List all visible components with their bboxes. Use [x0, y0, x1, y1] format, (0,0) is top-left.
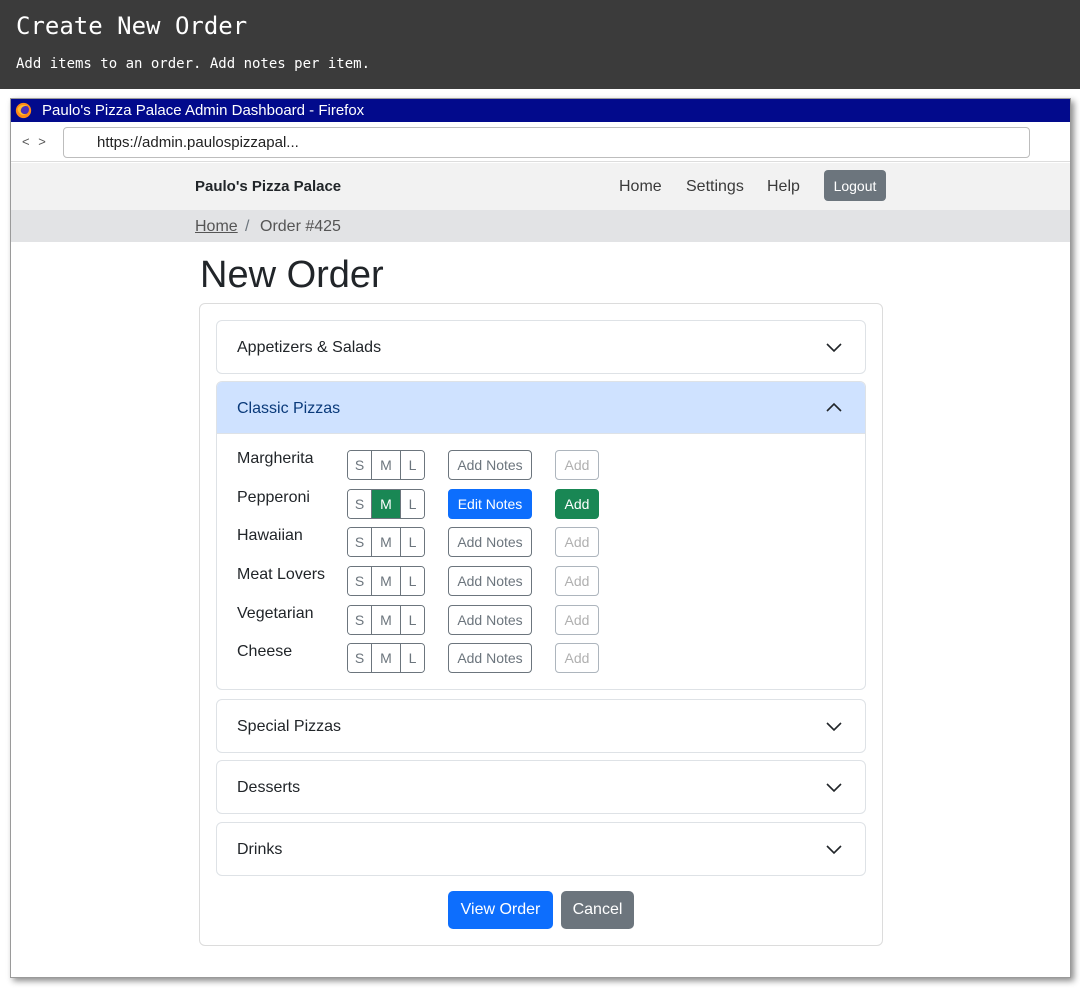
menu-item-row: Meat Lovers S M L Add Notes Add: [217, 566, 865, 598]
url-text: https://admin.paulospizzapal...: [97, 134, 299, 151]
nav-link-settings[interactable]: Settings: [686, 178, 744, 196]
add-item-button[interactable]: Add: [555, 527, 599, 557]
accordion-label: Desserts: [237, 779, 301, 796]
accordion-header-drinks[interactable]: Drinks: [217, 823, 865, 875]
size-s-button[interactable]: S: [348, 606, 372, 634]
menu-item-row: Cheese S M L Add Notes Add: [217, 643, 865, 675]
window-title: Paulo's Pizza Palace Admin Dashboard - F…: [42, 102, 365, 119]
add-notes-button[interactable]: Add Notes: [448, 605, 532, 635]
item-name: Vegetarian: [237, 605, 314, 622]
nav-link-home[interactable]: Home: [619, 178, 662, 196]
size-selector: S M L: [347, 643, 425, 673]
nav-arrows: < >: [22, 134, 50, 149]
menu-item-row: Vegetarian S M L Add Notes Add: [217, 605, 865, 637]
size-s-button[interactable]: S: [348, 451, 372, 479]
item-name: Meat Lovers: [237, 566, 326, 583]
nav-link-help[interactable]: Help: [767, 178, 800, 196]
accordion-header-classic-pizzas[interactable]: Classic Pizzas: [217, 382, 865, 434]
size-m-button[interactable]: M: [372, 490, 401, 518]
accordion-label: Appetizers & Salads: [237, 339, 382, 356]
brand-name[interactable]: Paulo's Pizza Palace: [195, 178, 341, 195]
accordion-drinks: Drinks: [216, 822, 866, 876]
add-item-button[interactable]: Add: [555, 489, 599, 519]
accordion-header-special-pizzas[interactable]: Special Pizzas: [217, 700, 865, 752]
site-navbar: Paulo's Pizza Palace Home Settings Help …: [11, 163, 1070, 210]
accordion-label: Drinks: [237, 841, 283, 858]
banner-title: Create New Order: [16, 12, 248, 40]
breadcrumb-separator: /: [245, 218, 250, 235]
size-selector: S M L: [347, 527, 425, 557]
chevron-down-icon: [826, 845, 842, 855]
size-m-button[interactable]: M: [372, 606, 401, 634]
size-l-button[interactable]: L: [401, 567, 424, 595]
add-item-button[interactable]: Add: [555, 605, 599, 635]
accordion-special-pizzas: Special Pizzas: [216, 699, 866, 753]
size-s-button[interactable]: S: [348, 490, 372, 518]
size-m-button[interactable]: M: [372, 528, 401, 556]
chevron-down-icon: [826, 783, 842, 793]
instruction-banner: Create New Order Add items to an order. …: [0, 0, 1080, 89]
size-s-button[interactable]: S: [348, 567, 372, 595]
menu-item-row: Pepperoni S M L Edit Notes Add: [217, 489, 865, 521]
item-name: Margherita: [237, 450, 314, 467]
size-l-button[interactable]: L: [401, 644, 424, 672]
item-name: Pepperoni: [237, 489, 310, 506]
item-name: Cheese: [237, 643, 293, 660]
size-m-button[interactable]: M: [372, 644, 401, 672]
menu-item-row: Margherita S M L Add Notes Add: [217, 450, 865, 482]
page-title: New Order: [200, 254, 384, 296]
accordion-header-appetizers[interactable]: Appetizers & Salads: [217, 321, 865, 373]
chevron-down-icon: [826, 722, 842, 732]
back-button[interactable]: <: [22, 134, 31, 149]
size-l-button[interactable]: L: [401, 528, 424, 556]
chevron-up-icon: [826, 402, 842, 412]
add-notes-button[interactable]: Add Notes: [448, 450, 532, 480]
banner-subtitle: Add items to an order. Add notes per ite…: [16, 56, 371, 72]
size-m-button[interactable]: M: [372, 451, 401, 479]
accordion-label: Special Pizzas: [237, 718, 342, 735]
order-card: Appetizers & Salads Classic Pizzas Margh…: [199, 303, 883, 946]
breadcrumb: Home / Order #425: [11, 210, 1070, 242]
breadcrumb-home-link[interactable]: Home: [195, 218, 238, 236]
edit-notes-button[interactable]: Edit Notes: [448, 489, 532, 519]
accordion-appetizers: Appetizers & Salads: [216, 320, 866, 374]
menu-item-row: Hawaiian S M L Add Notes Add: [217, 527, 865, 559]
size-selector: S M L: [347, 605, 425, 635]
size-l-button[interactable]: L: [401, 490, 424, 518]
browser-window: Paulo's Pizza Palace Admin Dashboard - F…: [10, 98, 1071, 978]
order-actions: View Order Cancel: [200, 891, 882, 929]
add-notes-button[interactable]: Add Notes: [448, 643, 532, 673]
url-field[interactable]: https://admin.paulospizzapal...: [63, 127, 1030, 158]
size-m-button[interactable]: M: [372, 567, 401, 595]
size-s-button[interactable]: S: [348, 644, 372, 672]
size-l-button[interactable]: L: [401, 606, 424, 634]
chevron-down-icon: [826, 343, 842, 353]
view-order-button[interactable]: View Order: [448, 891, 553, 929]
accordion-header-desserts[interactable]: Desserts: [217, 761, 865, 813]
accordion-classic-pizzas: Classic Pizzas Margherita S M L Add Note…: [216, 381, 866, 690]
add-item-button[interactable]: Add: [555, 450, 599, 480]
address-bar: < > https://admin.paulospizzapal...: [11, 122, 1070, 162]
forward-button[interactable]: >: [38, 134, 47, 149]
size-selector: S M L: [347, 489, 425, 519]
cancel-button[interactable]: Cancel: [561, 891, 634, 929]
add-item-button[interactable]: Add: [555, 566, 599, 596]
window-titlebar: Paulo's Pizza Palace Admin Dashboard - F…: [11, 99, 1070, 122]
add-item-button[interactable]: Add: [555, 643, 599, 673]
size-selector: S M L: [347, 566, 425, 596]
size-selector: S M L: [347, 450, 425, 480]
firefox-icon: [15, 102, 32, 119]
logout-button[interactable]: Logout: [824, 170, 886, 201]
add-notes-button[interactable]: Add Notes: [448, 527, 532, 557]
size-l-button[interactable]: L: [401, 451, 424, 479]
size-s-button[interactable]: S: [348, 528, 372, 556]
accordion-desserts: Desserts: [216, 760, 866, 814]
add-notes-button[interactable]: Add Notes: [448, 566, 532, 596]
breadcrumb-current: Order #425: [260, 218, 341, 235]
item-name: Hawaiian: [237, 527, 303, 544]
accordion-label: Classic Pizzas: [237, 400, 341, 417]
